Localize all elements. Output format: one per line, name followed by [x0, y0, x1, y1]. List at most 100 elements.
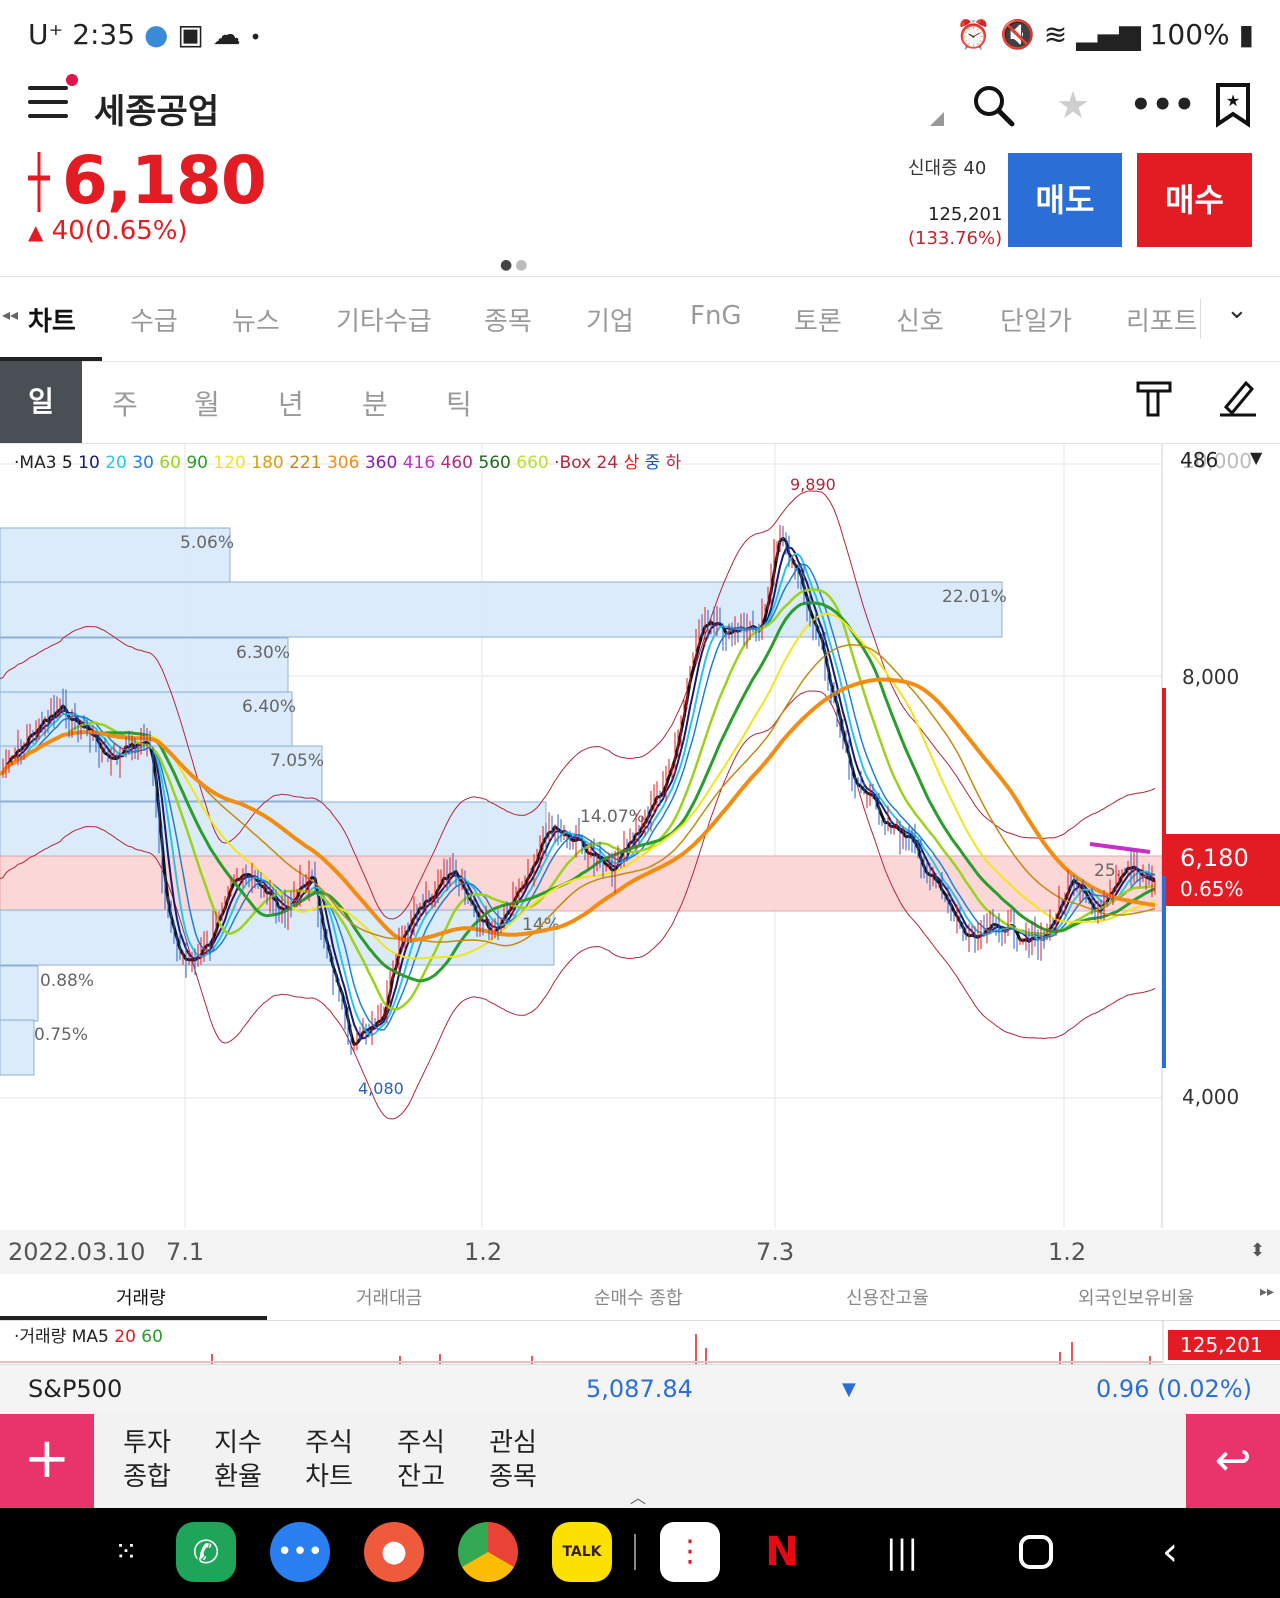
chrome-app-icon[interactable]: [458, 1522, 518, 1582]
tab-report[interactable]: 리포트: [1126, 301, 1196, 338]
up-tick-icon: [28, 152, 50, 212]
hamburger-menu-icon[interactable]: [28, 86, 68, 120]
price-change-value: 40(0.65%): [51, 216, 188, 246]
phone-app-icon[interactable]: ✆: [176, 1522, 236, 1582]
apps-grid-icon[interactable]: ⁙: [96, 1522, 156, 1582]
scroll-updown-icon[interactable]: ⬍: [1250, 1240, 1265, 1261]
period-selector: 일 주 월 년 분 틱: [0, 361, 1280, 444]
chevron-down-icon[interactable]: ⌄: [1226, 295, 1248, 325]
y-top-value: 486: [1180, 448, 1219, 472]
tab-single-price[interactable]: 단일가: [1000, 301, 1072, 338]
netflix-app-icon[interactable]: N: [752, 1522, 812, 1582]
messages-app-icon[interactable]: •••: [270, 1522, 330, 1582]
index-ticker-bar[interactable]: S&P500 5,087.84 ▼ 0.96 (0.02%): [0, 1364, 1280, 1415]
tab-fng[interactable]: FnG: [690, 301, 742, 331]
chart-canvas[interactable]: 5.06%22.01%6.30%6.40%7.05%14.07%25.14%0.…: [0, 444, 1280, 1228]
buy-button[interactable]: 매수: [1137, 153, 1252, 247]
legend-item: 306: [326, 453, 365, 473]
tab-other-supply[interactable]: 기타수급: [336, 301, 432, 338]
add-icon[interactable]: +: [0, 1414, 94, 1508]
tab-company[interactable]: 기업: [586, 301, 634, 338]
menu-stock-chart[interactable]: 주식 차트: [294, 1426, 364, 1494]
indicator-tool-icon[interactable]: [1136, 379, 1172, 423]
volume-profile-bar: [0, 1019, 35, 1076]
volume-ma60: 60: [141, 1327, 163, 1347]
signal-icon: ▂▄▆: [1076, 18, 1141, 51]
return-icon[interactable]: ↩: [1186, 1414, 1280, 1508]
legend-item: 660: [516, 453, 555, 473]
subtab-credit-balance[interactable]: 신용잔고율: [846, 1284, 929, 1310]
current-price: 6,180: [62, 142, 267, 219]
more-dot-icon: •: [249, 25, 262, 49]
low-annotation: 4,080: [358, 1079, 404, 1098]
period-tick[interactable]: 틱: [446, 383, 472, 423]
drawing-tool-icon[interactable]: [1218, 377, 1258, 423]
menu-line: 주식: [305, 1428, 353, 1458]
menu-line: 종목: [489, 1462, 537, 1492]
more-options-icon[interactable]: •••: [1130, 82, 1195, 128]
subtab-net-buy[interactable]: 순매수 종합: [594, 1284, 683, 1310]
chart-legend[interactable]: ·MA3 5 10 20 30 60 90 120 180 221 306 36…: [14, 448, 681, 473]
battery-level: 100%: [1149, 18, 1230, 51]
back-icon[interactable]: ‹: [1140, 1522, 1200, 1582]
menu-watchlist[interactable]: 관심 종목: [478, 1426, 548, 1494]
clock: 2:35: [72, 18, 136, 51]
period-month[interactable]: 월: [194, 383, 220, 423]
battery-icon: ▮: [1238, 18, 1254, 51]
legend-item: 360: [364, 453, 403, 473]
price-chart[interactable]: 5.06% 22.01% 6.30% 6.40% 7.05% 14.07% 25. 14% 0.…: [0, 444, 1280, 1228]
period-minute[interactable]: 분: [362, 383, 388, 423]
menu-line: 주식: [397, 1428, 445, 1458]
menu-investment-summary[interactable]: 투자 종합: [112, 1426, 182, 1494]
status-right: ⏰ 🔇 ≋ ▂▄▆ 100% ▮: [956, 18, 1254, 51]
stock-name[interactable]: 세종공업: [94, 84, 219, 133]
volume-profile-label: 14.07%: [580, 807, 645, 827]
tmap-app-icon[interactable]: ⋮: [660, 1522, 720, 1582]
volume-profile-bar: [0, 801, 547, 858]
tab-signal[interactable]: 신호: [896, 301, 944, 338]
y-axis-dropdown-icon[interactable]: ▼: [1250, 448, 1262, 467]
price-change: ▲ 40(0.65%): [28, 216, 188, 246]
star-icon[interactable]: ★: [1050, 82, 1096, 128]
mute-icon: 🔇: [999, 18, 1035, 51]
legend-item: 중: [644, 453, 666, 473]
dropdown-corner-icon[interactable]: [930, 112, 944, 126]
contacts-app-icon[interactable]: ●: [364, 1522, 424, 1582]
price-tag-value: 6,180: [1180, 844, 1249, 872]
subtab-scroll-right-icon[interactable]: ▸▸: [1260, 1284, 1274, 1300]
legend-item: 120: [213, 453, 252, 473]
moving-average-line: [1089, 842, 1151, 854]
gallery-icon: ▣: [177, 18, 204, 51]
legend-item: 416: [402, 453, 441, 473]
menu-index-fx[interactable]: 지수 환율: [203, 1426, 273, 1494]
subtab-trade-amount[interactable]: 거래대금: [356, 1284, 422, 1310]
sell-button[interactable]: 매도: [1008, 153, 1122, 247]
period-year[interactable]: 년: [278, 383, 304, 423]
tab-chart[interactable]: 차트: [28, 301, 76, 338]
volume-legend-prefix: ·거래량 MA5: [14, 1327, 109, 1347]
tab-stock[interactable]: 종목: [484, 301, 532, 338]
tab-news[interactable]: 뉴스: [232, 301, 280, 338]
volume-pane[interactable]: ·거래량 MA5 20 60 125,201: [0, 1320, 1280, 1364]
menu-stock-balance[interactable]: 주식 잔고: [386, 1426, 456, 1494]
x-label-start: 2022.03.10: [8, 1238, 146, 1266]
menu-line: 투자: [123, 1428, 171, 1458]
home-icon[interactable]: [1006, 1522, 1066, 1582]
bookmark-icon[interactable]: ★: [1210, 82, 1256, 128]
subtab-foreign-ratio[interactable]: 외국인보유비율: [1078, 1284, 1194, 1310]
recents-icon[interactable]: |||: [872, 1522, 932, 1582]
tab-scroll-left-icon[interactable]: ◂◂: [2, 305, 18, 324]
period-day[interactable]: 일: [0, 361, 82, 443]
chevron-up-icon[interactable]: ︿: [630, 1484, 646, 1508]
period-week[interactable]: 주: [112, 383, 138, 423]
bottom-menu: + 투자 종합 지수 환율 주식 차트 주식 잔고 관심 종목 ︿ ↩: [0, 1414, 1280, 1508]
notification-dot: [66, 74, 78, 86]
volume-now: 125,201: [928, 204, 1003, 225]
legend-item: 20: [105, 453, 133, 473]
tab-supply[interactable]: 수급: [130, 301, 178, 338]
search-icon[interactable]: [970, 82, 1016, 128]
tab-discussion[interactable]: 토론: [794, 301, 842, 338]
price-tag-pct: 0.65%: [1180, 877, 1244, 901]
kakaotalk-app-icon[interactable]: TALK: [552, 1522, 612, 1582]
subtab-volume[interactable]: 거래량: [116, 1284, 166, 1310]
